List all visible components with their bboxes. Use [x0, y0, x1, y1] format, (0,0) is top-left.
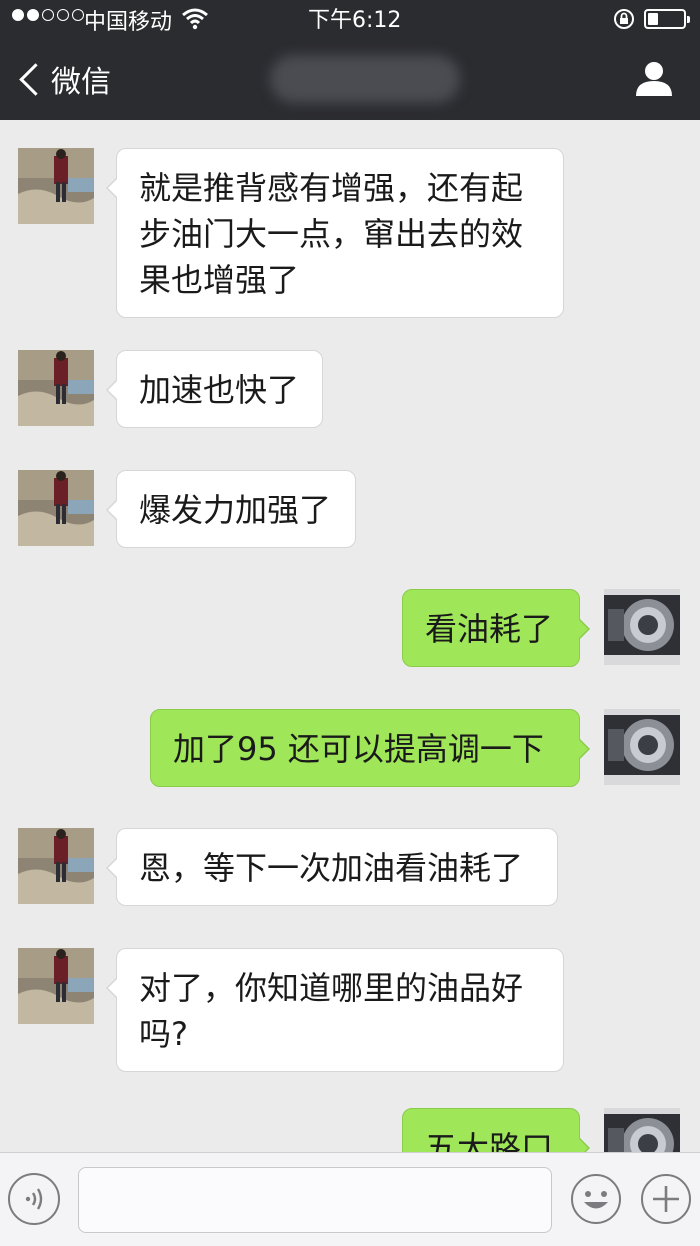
wifi-icon: [182, 8, 208, 30]
message-bubble-outgoing[interactable]: 加了95 还可以提高调一下: [150, 709, 590, 787]
plus-icon: [641, 1174, 691, 1224]
message-bubble-incoming[interactable]: 对了，你知道哪里的油品好 吗?: [106, 948, 564, 1072]
rotation-lock-icon: [614, 9, 634, 29]
message-input[interactable]: [78, 1167, 552, 1233]
chat-title-redacted: [270, 55, 460, 103]
my-avatar[interactable]: [604, 589, 680, 665]
message-bubble-incoming[interactable]: 就是推背感有增强，还有起 步油门大一点，窜出去的效 果也增强了: [106, 148, 564, 318]
friend-avatar[interactable]: [18, 148, 94, 224]
message-bubble-outgoing[interactable]: 五大路口: [402, 1108, 590, 1152]
battery-icon: [644, 9, 690, 29]
message-bubble-incoming[interactable]: 加速也快了: [106, 350, 323, 428]
signal-strength-icon: [12, 9, 84, 21]
voice-icon: [25, 1188, 43, 1210]
input-bar: [0, 1152, 700, 1246]
emoji-button[interactable]: [570, 1173, 622, 1225]
back-button[interactable]: 微信: [16, 56, 111, 102]
clock-time: 下午6:12: [308, 8, 402, 33]
top-bar: 中国移动 下午6:12 微信: [0, 0, 700, 120]
chat-area[interactable]: 就是推背感有增强，还有起 步油门大一点，窜出去的效 果也增强了 加速也快了 爆发…: [0, 120, 700, 1152]
message-bubble-incoming[interactable]: 爆发力加强了: [106, 470, 356, 548]
carrier-name: 中国移动: [84, 10, 173, 35]
back-label: 微信: [51, 65, 111, 100]
contact-info-icon[interactable]: [634, 60, 674, 98]
friend-avatar[interactable]: [18, 470, 94, 546]
voice-button[interactable]: [8, 1173, 60, 1225]
friend-avatar[interactable]: [18, 828, 94, 904]
friend-avatar[interactable]: [18, 948, 94, 1024]
chevron-left-icon: [19, 62, 52, 96]
my-avatar[interactable]: [604, 709, 680, 785]
message-bubble-incoming[interactable]: 恩，等下一次加油看油耗了: [106, 828, 558, 906]
status-bar: 中国移动 下午6:12: [0, 0, 700, 38]
message-bubble-outgoing[interactable]: 看油耗了: [402, 589, 590, 667]
emoji-icon: [571, 1174, 621, 1224]
friend-avatar[interactable]: [18, 350, 94, 426]
more-button[interactable]: [640, 1173, 692, 1225]
my-avatar[interactable]: [604, 1108, 680, 1152]
